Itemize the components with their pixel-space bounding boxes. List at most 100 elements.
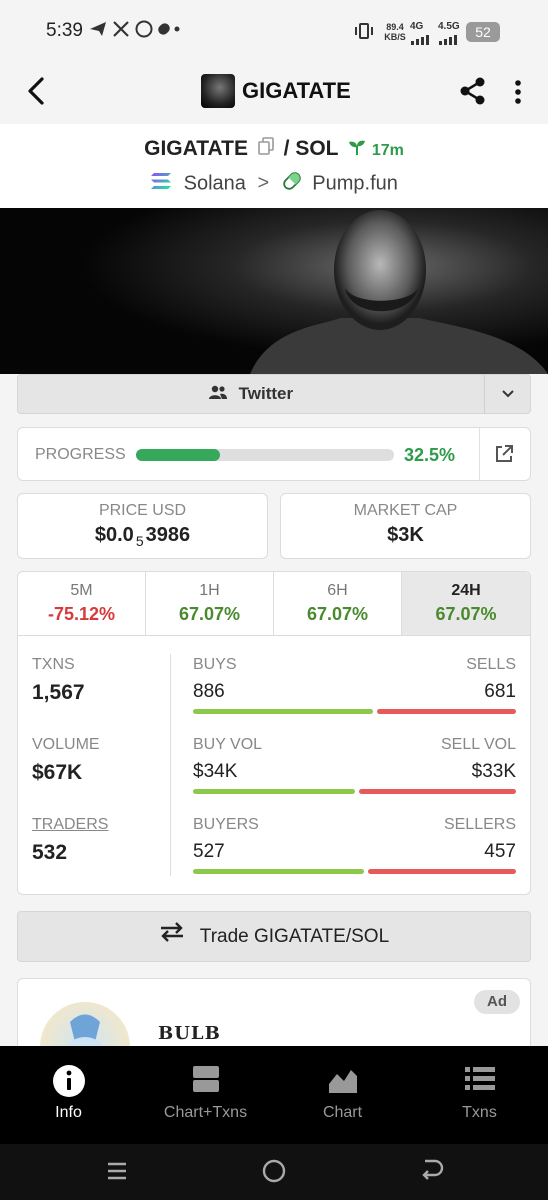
- more-options-button[interactable]: [510, 78, 526, 106]
- back-system-icon: [422, 1159, 444, 1180]
- back-button[interactable]: [24, 76, 48, 106]
- txns-label: TXNS: [32, 656, 75, 673]
- signal-bars-icon: [438, 32, 458, 45]
- buys-value: 886: [193, 681, 225, 702]
- home-icon: [262, 1159, 286, 1183]
- tab-label: 5M: [70, 582, 93, 599]
- battery-indicator: 52: [466, 22, 500, 42]
- users-icon: [208, 375, 228, 415]
- area-chart-icon: [274, 1064, 411, 1100]
- price-suffix: 3986: [145, 524, 191, 546]
- buyers-bar: [193, 869, 364, 874]
- trade-button-label[interactable]: Trade GIGATATE/SOL: [17, 911, 531, 962]
- nav-label: Txns: [462, 1104, 497, 1121]
- price-prefix: $0.0: [94, 524, 134, 546]
- buyers-value: 527: [193, 841, 225, 862]
- market-cap-value: $3K: [387, 524, 424, 546]
- solana-icon: [150, 172, 172, 196]
- buys-bar: [193, 709, 374, 714]
- token-banner-image: [0, 208, 548, 374]
- tab-change: 67.07%: [435, 604, 497, 624]
- sells-bar: [377, 709, 516, 714]
- chevron-down-icon: [502, 390, 514, 398]
- share-button[interactable]: [458, 76, 488, 106]
- price-value: $0.0 5 3986: [18, 524, 267, 549]
- back-system-button[interactable]: [416, 1156, 446, 1186]
- home-button[interactable]: [259, 1156, 289, 1186]
- tab-label: 6H: [327, 582, 348, 599]
- sell-vol-value: $33K: [471, 761, 516, 782]
- chain-name[interactable]: Solana: [184, 172, 246, 194]
- txns-value: 1,567: [32, 681, 85, 704]
- tab-6h[interactable]: 6H 67.07%: [274, 572, 402, 636]
- sellers-label: SELLERS: [443, 816, 516, 833]
- dex-name[interactable]: Pump.fun: [312, 172, 398, 194]
- divider: [479, 428, 480, 480]
- nav-txns[interactable]: Txns: [411, 1046, 548, 1144]
- copy-icon[interactable]: [258, 137, 274, 161]
- twitter-button-label[interactable]: Twitter: [17, 374, 484, 414]
- traders-link[interactable]: TRADERS: [32, 816, 108, 834]
- pair-age: 17m: [371, 142, 404, 159]
- volume-value: $67K: [32, 761, 83, 784]
- tab-label: 1H: [199, 582, 220, 599]
- pair-title: GIGATATE / SOL 17m: [0, 137, 548, 161]
- signal-bars-icon: [410, 32, 430, 45]
- net-speed: 89.4 KB/S: [384, 22, 406, 42]
- sells-label: SELLS: [466, 656, 516, 673]
- volume-label: VOLUME: [32, 736, 100, 753]
- progress-label: PROGRESS: [35, 446, 126, 463]
- tab-24h[interactable]: 24H 67.07%: [402, 572, 530, 636]
- nav-info[interactable]: Info: [0, 1046, 137, 1144]
- external-link-icon: [496, 445, 513, 462]
- sell-vol-bar: [358, 789, 516, 794]
- tab-change: 67.07%: [306, 604, 369, 624]
- breadcrumb-chevron: >: [257, 172, 270, 195]
- pair-separator: /: [283, 137, 290, 160]
- twitter-label: Twitter: [238, 384, 294, 403]
- seedling-icon: [348, 137, 366, 161]
- token-avatar: [201, 74, 235, 108]
- tab-1h[interactable]: 1H 67.07%: [146, 572, 274, 636]
- list-icon: [411, 1064, 548, 1100]
- price-label: PRICE USD: [98, 502, 187, 519]
- buys-label: BUYS: [193, 656, 237, 673]
- sells-value: 681: [484, 681, 516, 702]
- split-view-icon: [137, 1064, 274, 1100]
- nav-label: Info: [55, 1104, 82, 1121]
- market-cap-label: MARKET CAP: [353, 502, 458, 519]
- vibrate-icon: [354, 22, 374, 40]
- signal-4g: 4G: [410, 21, 424, 32]
- traders-value: 532: [32, 841, 68, 864]
- back-arrow-icon: [28, 77, 44, 105]
- share-icon: [460, 77, 485, 105]
- status-time: 5:39: [46, 20, 83, 41]
- pair-quote: SOL: [295, 137, 339, 160]
- ad-name: BULB: [158, 1023, 221, 1044]
- tab-5m[interactable]: 5M -75.12%: [18, 572, 146, 636]
- price-zero-count: 5: [135, 533, 144, 549]
- sell-vol-label: SELL VOL: [440, 736, 516, 753]
- sellers-value: 457: [484, 841, 516, 862]
- more-vertical-icon: [515, 80, 521, 104]
- buyers-label: BUYERS: [193, 816, 259, 833]
- tab-change: 67.07%: [178, 604, 241, 624]
- tab-change: -75.12%: [47, 604, 116, 624]
- buy-vol-label: BUY VOL: [193, 736, 263, 753]
- nav-label: Chart: [322, 1104, 363, 1121]
- divider: [170, 654, 171, 876]
- notification-icons: [88, 18, 180, 45]
- nav-chart-txns[interactable]: Chart+Txns: [137, 1046, 274, 1144]
- progress-fill: [136, 449, 220, 461]
- pill-icon: [281, 170, 303, 198]
- open-external-button[interactable]: [493, 443, 515, 465]
- recents-icon: [108, 1162, 126, 1180]
- page-title: GIGATATE: [242, 78, 351, 103]
- nav-chart[interactable]: Chart: [274, 1046, 411, 1144]
- price-usd-card: PRICE USD $0.0 5 3986: [17, 493, 268, 559]
- info-icon: [0, 1064, 137, 1100]
- sellers-bar: [367, 869, 516, 874]
- ad-badge: Ad: [474, 990, 520, 1014]
- socials-dropdown-button[interactable]: [484, 374, 531, 414]
- recents-button[interactable]: [102, 1156, 132, 1186]
